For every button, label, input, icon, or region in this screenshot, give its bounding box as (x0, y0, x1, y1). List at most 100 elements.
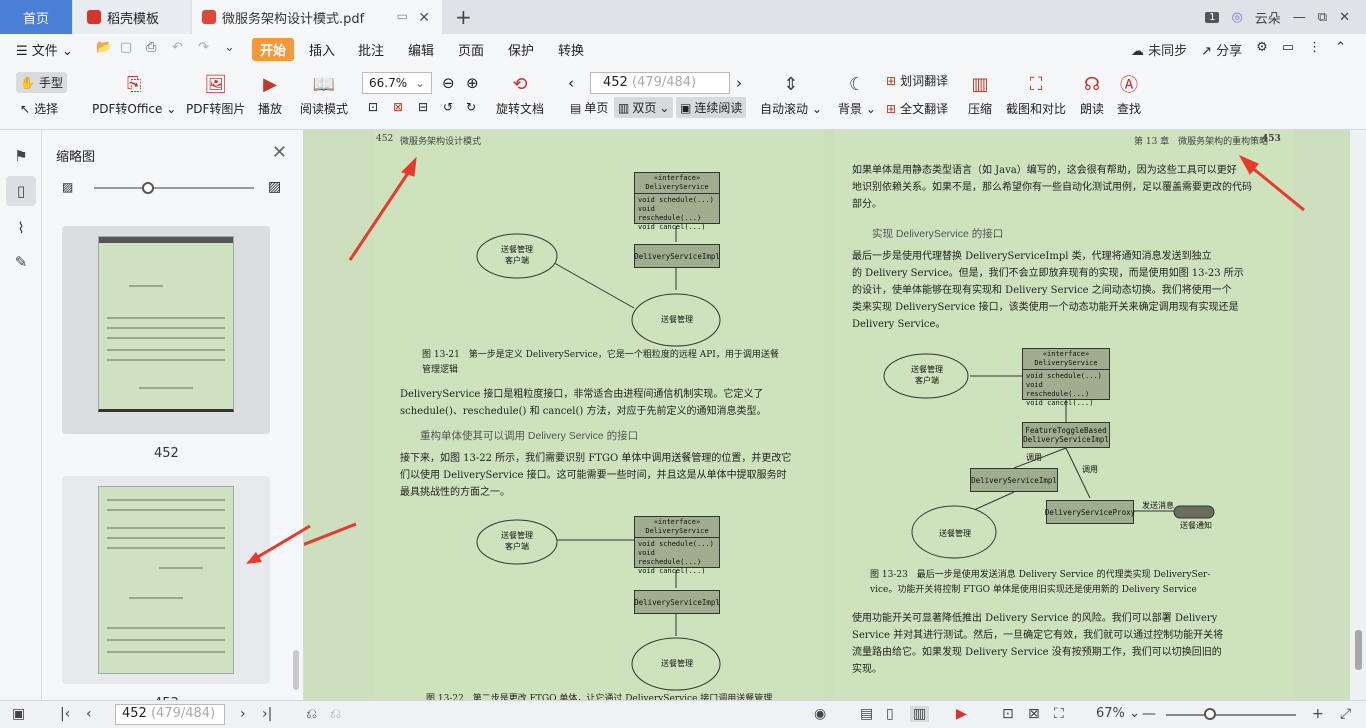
next-page-icon[interactable]: › (736, 74, 742, 92)
find-button[interactable]: Ⓐ 查找 (1117, 72, 1141, 117)
share-button[interactable]: ↗ 分享 (1201, 40, 1242, 59)
background-button[interactable]: ☾ 背景 ⌄ (838, 72, 876, 117)
status-next-page-icon[interactable]: › (240, 706, 246, 722)
new-tab-button[interactable]: + (455, 5, 472, 29)
status-play-icon[interactable]: ▶ (956, 706, 967, 722)
eye-protect-icon[interactable]: ◉ (814, 706, 826, 722)
thumbnail-size-slider[interactable]: ▨ ▨ (62, 179, 292, 196)
undo-icon[interactable]: ↶ (172, 40, 183, 55)
read-mode-button[interactable]: 📖 阅读模式 (300, 72, 348, 117)
continuous-label: 连续阅读 (694, 101, 743, 115)
last-page-icon[interactable]: ›| (262, 706, 272, 722)
menu-page[interactable]: 页面 (458, 40, 484, 59)
pdf-image-label: PDF转图片 (186, 102, 246, 116)
tab-document[interactable]: 微服务架构设计模式.pdf ▭ ✕ (192, 0, 442, 34)
rotate-document-button[interactable]: ⟲ 旋转文档 (496, 72, 544, 117)
menu-convert[interactable]: 转换 (558, 40, 584, 59)
more-icon[interactable]: ⌄ (224, 40, 235, 55)
file-menu[interactable]: ☰ 文件 ⌄ (16, 40, 73, 59)
feedback-icon[interactable]: ▭ (1282, 40, 1294, 59)
large-image-icon: ▨ (268, 179, 282, 195)
status-zoom[interactable]: 67% ⌄ (1096, 706, 1140, 721)
fit-width-icon[interactable]: ⊟ (418, 100, 428, 114)
collapse-ribbon-icon[interactable]: ⌃ (1335, 40, 1346, 59)
bookmark-icon[interactable]: ⚑ (9, 144, 33, 168)
print-icon[interactable]: ⎙ (146, 40, 156, 55)
status-zoom-in[interactable]: + (1312, 706, 1324, 722)
zoom-out-icon[interactable]: ⊖ (442, 74, 455, 92)
redo-icon[interactable]: ↷ (198, 40, 209, 55)
menu-edit[interactable]: 编辑 (408, 40, 434, 59)
pdf-to-office-button[interactable]: ⎘ PDF转Office ⌄ (92, 72, 176, 117)
page-number-input[interactable]: 452 (479/484) (590, 72, 730, 94)
auto-scroll-button[interactable]: ⇕ 自动滚动 ⌄ (760, 72, 822, 117)
forward-icon[interactable]: ⎌ (330, 706, 341, 722)
select-tool-button[interactable]: ↖ 选择 (20, 100, 58, 117)
tab-close-icon[interactable]: ✕ (418, 10, 430, 26)
tab-menu-icon[interactable]: ▭ (397, 9, 408, 23)
back-icon[interactable]: ⎌ (306, 706, 317, 722)
play-button[interactable]: ▶ 播放 (258, 72, 282, 117)
status-prev-page-icon[interactable]: ‹ (86, 706, 92, 722)
settings-icon[interactable]: ⚙ (1256, 40, 1268, 59)
document-scrollbar-knob[interactable] (1355, 630, 1362, 670)
continuous-read-button[interactable]: ▣ 连续阅读 (676, 97, 747, 118)
fullscreen-icon[interactable]: ⛶ (1054, 706, 1064, 722)
thumbnail-icon[interactable]: ▯ (6, 176, 36, 206)
rotate-right-icon[interactable]: ↻ (466, 100, 476, 114)
thumbnail-452[interactable] (62, 226, 270, 434)
zoom-slider-track[interactable] (1166, 714, 1296, 716)
signature-icon[interactable]: ✎ (9, 250, 33, 274)
pdf-to-image-button[interactable]: 🖼 PDF转图片 (186, 72, 245, 117)
read-aloud-button[interactable]: ☊ 朗读 (1080, 72, 1104, 117)
status-double-page-icon[interactable]: ▯ (886, 706, 894, 722)
hand-tool-button[interactable]: ✋ 手型 (16, 72, 67, 93)
word-translate-button[interactable]: ⊞ 划词翻译 (886, 72, 948, 89)
cloud-label[interactable]: 云朵 (1255, 8, 1281, 27)
window-count-badge[interactable]: 1 (1205, 11, 1220, 23)
fit-window-icon[interactable]: ⤢ (1340, 706, 1351, 722)
fit-status-icon[interactable]: ⊠ (1028, 706, 1040, 722)
attachment-icon[interactable]: ⌇ (9, 216, 33, 240)
play-icon: ▶ (263, 73, 277, 95)
menu-protect[interactable]: 保护 (508, 40, 534, 59)
slider-knob[interactable] (142, 182, 154, 194)
document-view[interactable]: 452 微服务架构设计模式 «interface» DeliveryService… (304, 130, 1350, 700)
thumbnail-453[interactable] (62, 476, 270, 684)
status-continuous-icon[interactable]: ▥ (910, 706, 930, 722)
sidebar-toggle-icon[interactable]: ▣ (12, 706, 25, 722)
more-options-icon[interactable]: ⋮ (1308, 40, 1321, 59)
tab-template[interactable]: 稻壳模板 (73, 0, 190, 34)
compress-button[interactable]: ▥ 压缩 (968, 72, 992, 117)
minimize-button[interactable]: — (1293, 10, 1306, 25)
zoom-select[interactable]: 66.7% ⌄ (362, 72, 432, 94)
read-aloud-label: 朗读 (1080, 102, 1105, 116)
actual-size-icon[interactable]: ⊡ (368, 100, 378, 114)
prev-page-icon[interactable]: ‹ (568, 74, 574, 92)
status-page-input[interactable]: 452 (479/484) (115, 704, 225, 725)
document-scrollbar[interactable] (1350, 130, 1366, 700)
status-single-page-icon[interactable]: ▤ (860, 706, 873, 722)
screenshot-compare-button[interactable]: ⛶ 截图和对比 (1006, 72, 1066, 117)
menu-comment[interactable]: 批注 (358, 40, 384, 59)
actual-size-status-icon[interactable]: ⊡ (1002, 706, 1014, 722)
menu-start[interactable]: 开始 (252, 38, 295, 61)
menu-insert[interactable]: 插入 (309, 40, 335, 59)
status-zoom-out[interactable]: — (1142, 706, 1156, 722)
fit-page-icon[interactable]: ⊠ (393, 100, 403, 114)
full-translate-button[interactable]: ⊞ 全文翻译 (886, 100, 948, 117)
first-page-icon[interactable]: |‹ (60, 706, 70, 722)
single-page-button[interactable]: ▤ 单页 (566, 97, 612, 118)
close-window-button[interactable]: ✕ (1339, 10, 1350, 25)
open-icon[interactable]: 📂 (96, 40, 112, 55)
restore-button[interactable]: ⧉ (1318, 10, 1327, 25)
thumbnail-scrollbar[interactable] (293, 650, 299, 690)
save-icon[interactable]: ▢ (120, 40, 132, 55)
zoom-slider-knob[interactable] (1204, 708, 1216, 720)
tab-home[interactable]: 首页 (0, 0, 72, 34)
close-panel-icon[interactable]: ✕ (272, 142, 287, 163)
double-page-button[interactable]: ▥ 双页 ⌄ (614, 97, 674, 118)
zoom-in-icon[interactable]: ⊕ (466, 74, 479, 92)
rotate-left-icon[interactable]: ↺ (443, 100, 453, 114)
sync-status[interactable]: ☁ 未同步 (1131, 40, 1187, 59)
